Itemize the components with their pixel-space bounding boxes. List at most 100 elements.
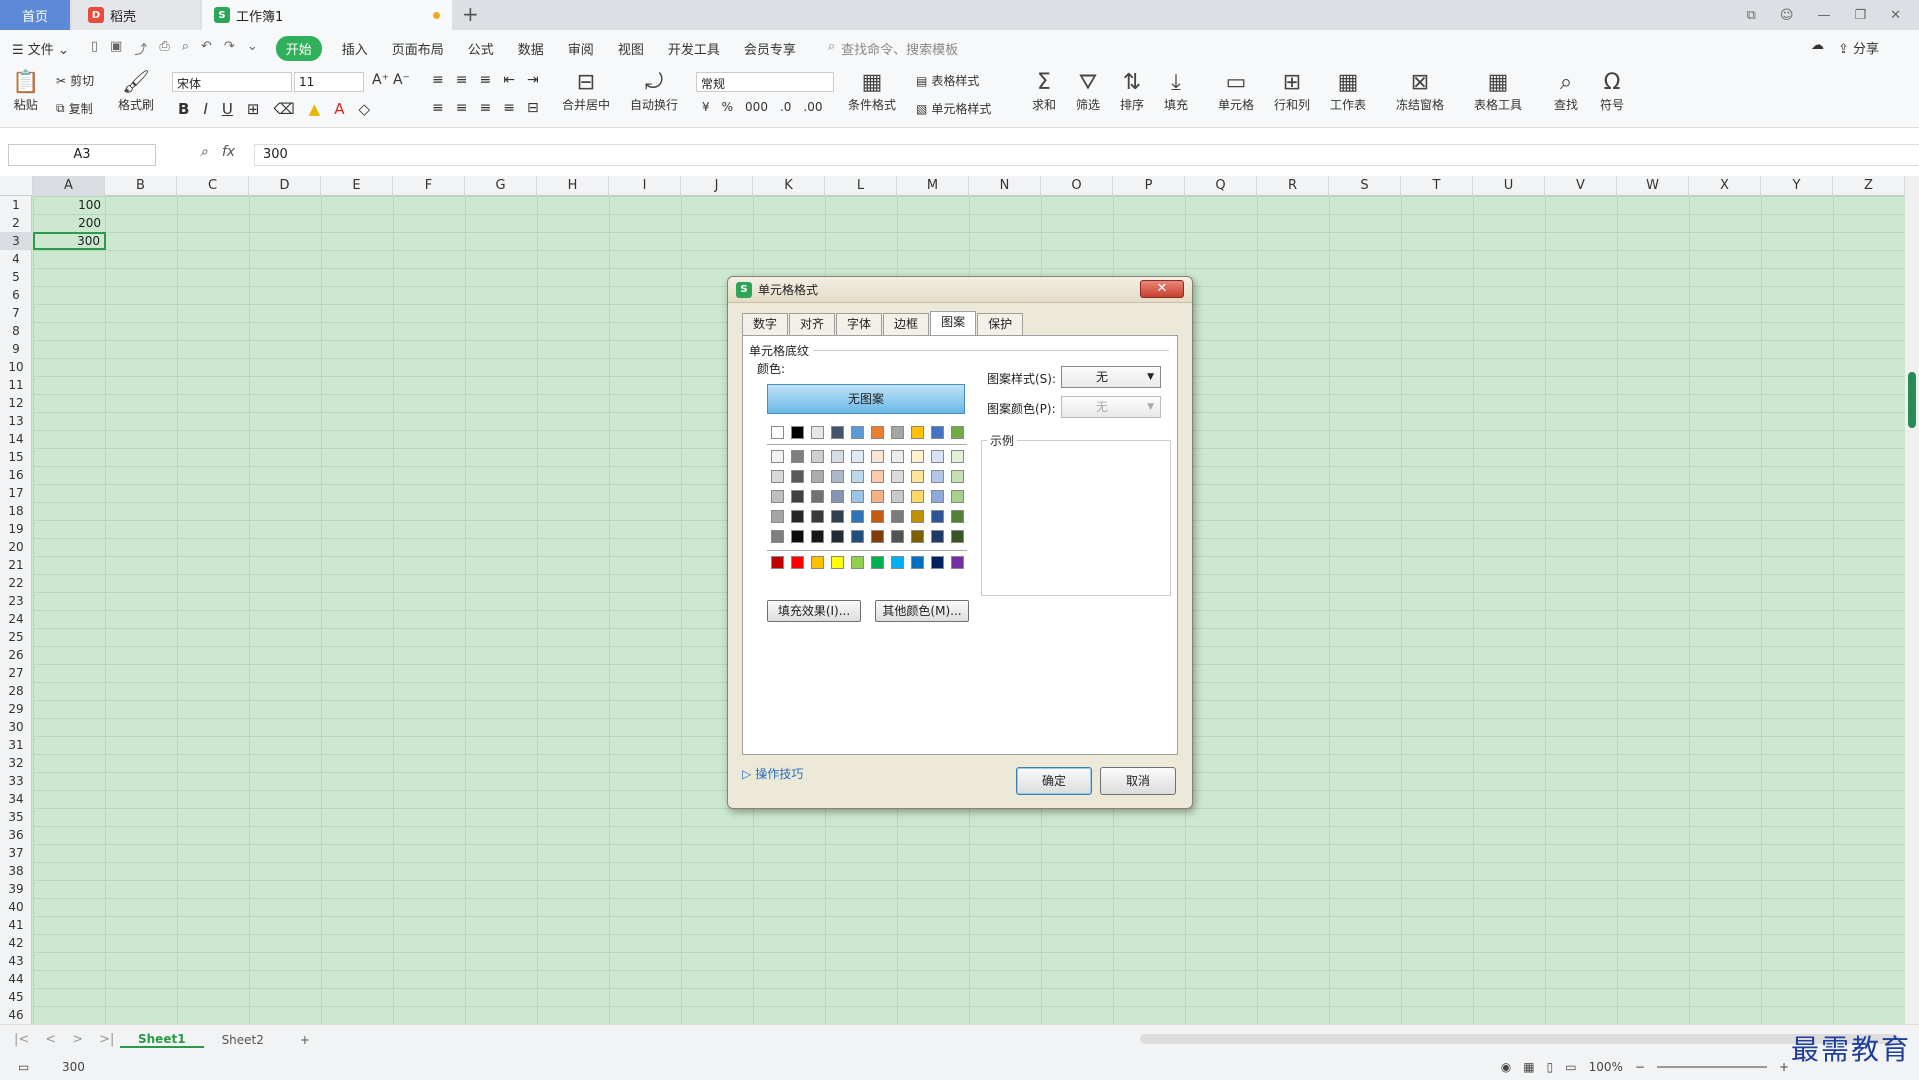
tab-pattern[interactable]: 图案: [930, 311, 977, 335]
align-middle-icon[interactable]: ≡: [456, 72, 468, 88]
align-left-icon[interactable]: ≡: [432, 100, 444, 116]
color-swatch-tint-2-1[interactable]: [791, 490, 804, 503]
command-search[interactable]: ⌕ 查找命令、搜索模板: [828, 39, 958, 58]
eye-icon[interactable]: ◉: [1501, 1060, 1511, 1074]
select-all-corner[interactable]: [0, 176, 33, 196]
eraser-icon[interactable]: ◇: [358, 100, 370, 118]
dialog-close-button[interactable]: ✕: [1140, 280, 1184, 298]
menu-insert[interactable]: 插入: [330, 39, 380, 58]
undo-icon[interactable]: ↶: [201, 39, 212, 58]
indent-increase-icon[interactable]: ⇥: [527, 72, 539, 88]
color-swatch-theme-8[interactable]: [931, 426, 944, 439]
font-grow-icon[interactable]: A⁺: [372, 72, 389, 88]
formula-input[interactable]: 300: [254, 144, 1919, 166]
color-swatch-tint-4-7[interactable]: [911, 530, 924, 543]
border-icon[interactable]: ⊞: [247, 100, 260, 118]
color-swatch-standard-1[interactable]: [791, 556, 804, 569]
row-header-43[interactable]: 43: [0, 952, 32, 970]
export-icon[interactable]: ⤴: [134, 39, 147, 58]
color-swatch-standard-9[interactable]: [951, 556, 964, 569]
color-swatch-tint-1-2[interactable]: [811, 470, 824, 483]
font-family-select[interactable]: 宋体: [172, 72, 292, 92]
menu-member[interactable]: 会员专享: [732, 39, 808, 58]
color-swatch-tint-2-5[interactable]: [871, 490, 884, 503]
preview-icon[interactable]: ⌕: [182, 39, 189, 58]
page-break-icon[interactable]: ▭: [1565, 1060, 1576, 1074]
color-swatch-tint-0-1[interactable]: [791, 450, 804, 463]
row-header-37[interactable]: 37: [0, 844, 32, 862]
color-swatch-tint-4-0[interactable]: [771, 530, 784, 543]
column-header-f[interactable]: F: [393, 176, 465, 196]
color-swatch-theme-1[interactable]: [791, 426, 804, 439]
add-sheet-plus-icon[interactable]: +: [282, 1033, 328, 1047]
column-header-l[interactable]: L: [825, 176, 897, 196]
thousands-icon[interactable]: 000: [745, 100, 768, 114]
color-swatch-tint-2-4[interactable]: [851, 490, 864, 503]
row-header-14[interactable]: 14: [0, 430, 32, 448]
color-swatch-theme-6[interactable]: [891, 426, 904, 439]
wrap-text-button[interactable]: ⤾ 自动换行: [630, 70, 678, 113]
tab-font[interactable]: 字体: [836, 313, 883, 335]
color-swatch-theme-2[interactable]: [811, 426, 824, 439]
row-header-46[interactable]: 46: [0, 1006, 32, 1024]
color-swatch-tint-0-8[interactable]: [931, 450, 944, 463]
clear-format-icon[interactable]: ⌫: [273, 100, 294, 118]
share-button[interactable]: ⇪ 分享: [1838, 38, 1879, 57]
horizontal-scrollbar[interactable]: [1140, 1034, 1900, 1044]
fill-color-icon[interactable]: ▲: [309, 100, 321, 118]
row-header-7[interactable]: 7: [0, 304, 32, 322]
font-size-select[interactable]: 11: [294, 72, 364, 92]
vertical-scrollbar[interactable]: [1905, 176, 1919, 1024]
color-swatch-tint-3-4[interactable]: [851, 510, 864, 523]
menu-page-layout[interactable]: 页面布局: [380, 39, 456, 58]
fill-effect-button[interactable]: 填充效果(I)...: [767, 600, 861, 622]
distribute-icon[interactable]: ⊟: [527, 100, 539, 116]
row-col-button[interactable]: ⊞ 行和列: [1274, 70, 1310, 113]
color-swatch-tint-0-3[interactable]: [831, 450, 844, 463]
color-swatch-tint-1-0[interactable]: [771, 470, 784, 483]
format-painter-button[interactable]: 🖌 格式刷: [118, 70, 154, 113]
vertical-scroll-thumb[interactable]: [1908, 372, 1916, 428]
column-header-q[interactable]: Q: [1185, 176, 1257, 196]
row-header-32[interactable]: 32: [0, 754, 32, 772]
row-header-45[interactable]: 45: [0, 988, 32, 1006]
fill-button[interactable]: ⤓ 填充: [1164, 70, 1188, 113]
macro-icon[interactable]: ▭: [18, 1060, 29, 1074]
row-header-12[interactable]: 12: [0, 394, 32, 412]
color-swatch-tint-1-9[interactable]: [951, 470, 964, 483]
column-header-p[interactable]: P: [1113, 176, 1185, 196]
tab-number[interactable]: 数字: [742, 313, 789, 335]
cell-button[interactable]: ▭ 单元格: [1218, 70, 1254, 113]
italic-icon[interactable]: I: [203, 100, 207, 118]
zoom-level[interactable]: 100%: [1589, 1060, 1623, 1074]
color-swatch-tint-0-6[interactable]: [891, 450, 904, 463]
new-doc-icon[interactable]: ▯: [91, 39, 98, 58]
row-header-19[interactable]: 19: [0, 520, 32, 538]
row-header-9[interactable]: 9: [0, 340, 32, 358]
menu-review[interactable]: 审阅: [556, 39, 606, 58]
close-window-icon[interactable]: ✕: [1890, 8, 1901, 23]
column-header-v[interactable]: V: [1545, 176, 1617, 196]
customize-icon[interactable]: ⌄: [247, 39, 258, 58]
color-swatch-tint-2-6[interactable]: [891, 490, 904, 503]
column-header-s[interactable]: S: [1329, 176, 1401, 196]
pattern-color-select[interactable]: 无 ▼: [1061, 396, 1161, 418]
no-pattern-button[interactable]: 无图案: [767, 384, 965, 414]
cell-a1[interactable]: 100: [33, 196, 105, 214]
color-swatch-theme-3[interactable]: [831, 426, 844, 439]
column-header-k[interactable]: K: [753, 176, 825, 196]
color-swatch-tint-2-8[interactable]: [931, 490, 944, 503]
color-swatch-tint-3-3[interactable]: [831, 510, 844, 523]
table-tools-button[interactable]: ▦ 表格工具: [1474, 70, 1522, 113]
freeze-button[interactable]: ⊠ 冻结窗格: [1396, 70, 1444, 113]
number-format-select[interactable]: 常规: [696, 72, 834, 92]
column-header-h[interactable]: H: [537, 176, 609, 196]
color-swatch-theme-9[interactable]: [951, 426, 964, 439]
fx-icon[interactable]: fx: [222, 144, 235, 160]
menu-dev-tools[interactable]: 开发工具: [656, 39, 732, 58]
menu-view[interactable]: 视图: [606, 39, 656, 58]
column-header-c[interactable]: C: [177, 176, 249, 196]
tab-protection[interactable]: 保护: [977, 313, 1024, 335]
symbol-button[interactable]: Ω 符号: [1600, 70, 1624, 113]
align-right-icon[interactable]: ≡: [479, 100, 491, 116]
